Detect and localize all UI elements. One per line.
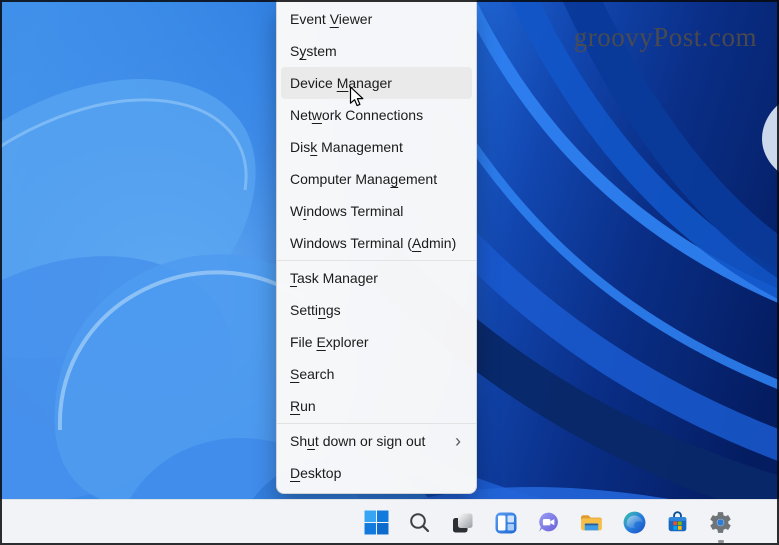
menu-item-event-viewer[interactable]: Event Viewer xyxy=(281,3,472,35)
edge-browser-icon xyxy=(622,510,647,535)
menu-item-label: Disk Management xyxy=(290,139,403,155)
menu-item-windows-terminal[interactable]: Windows Terminal xyxy=(281,195,472,227)
menu-separator xyxy=(277,260,476,261)
screen: groovyPost.com Event Viewer System Device … xyxy=(0,0,779,545)
widgets-button[interactable] xyxy=(492,509,519,536)
menu-item-label: File Explorer xyxy=(290,334,369,350)
watermark: groovyPost.com xyxy=(574,22,757,53)
menu-item-run[interactable]: Run xyxy=(281,390,472,422)
settings-button[interactable] xyxy=(707,509,734,536)
menu-item-label: Windows Terminal xyxy=(290,203,403,219)
context-menu-list: Event Viewer System Device Manager Network … xyxy=(281,3,472,489)
menu-item-windows-terminal-admin[interactable]: Windows Terminal (Admin) xyxy=(281,227,472,259)
menu-item-computer-management[interactable]: Computer Management xyxy=(281,163,472,195)
task-view-button[interactable] xyxy=(449,509,476,536)
menu-separator xyxy=(277,423,476,424)
menu-item-label: Shut down or sign out xyxy=(290,433,425,449)
chevron-right-icon: › xyxy=(455,432,461,450)
menu-item-label: System xyxy=(290,43,337,59)
chat-icon xyxy=(536,510,561,535)
microsoft-store-icon xyxy=(665,510,690,535)
menu-item-label: Task Manager xyxy=(290,270,378,286)
menu-item-label: Device Manager xyxy=(290,75,392,91)
menu-item-label: Computer Management xyxy=(290,171,437,187)
menu-item-file-explorer[interactable]: File Explorer xyxy=(281,326,472,358)
mouse-cursor-icon xyxy=(349,86,366,114)
start-icon xyxy=(364,510,389,535)
menu-item-settings[interactable]: Settings xyxy=(281,294,472,326)
file-explorer-button[interactable] xyxy=(578,509,605,536)
taskbar xyxy=(0,499,779,545)
microsoft-store-button[interactable] xyxy=(664,509,691,536)
menu-item-label: Windows Terminal (Admin) xyxy=(290,235,456,251)
menu-item-label: Run xyxy=(290,398,316,414)
menu-item-system[interactable]: System xyxy=(281,35,472,67)
menu-item-disk-management[interactable]: Disk Management xyxy=(281,131,472,163)
menu-item-label: Desktop xyxy=(290,465,341,481)
settings-gear-icon xyxy=(708,510,733,535)
chat-button[interactable] xyxy=(535,509,562,536)
menu-item-shut-down-or-sign-out[interactable]: Shut down or sign out › xyxy=(281,425,472,457)
menu-item-label: Settings xyxy=(290,302,341,318)
search-button[interactable] xyxy=(406,509,433,536)
edge-browser-button[interactable] xyxy=(621,509,648,536)
menu-item-search[interactable]: Search xyxy=(281,358,472,390)
menu-item-label: Search xyxy=(290,366,334,382)
running-app-indicator xyxy=(718,540,724,543)
file-explorer-icon xyxy=(579,510,604,535)
task-view-icon xyxy=(451,511,475,535)
menu-item-device-manager[interactable]: Device Manager xyxy=(281,67,472,99)
menu-item-task-manager[interactable]: Task Manager xyxy=(281,262,472,294)
menu-item-desktop[interactable]: Desktop xyxy=(281,457,472,489)
menu-item-label: Event Viewer xyxy=(290,11,372,27)
start-button[interactable] xyxy=(363,509,390,536)
widgets-icon xyxy=(494,511,518,535)
menu-item-network-connections[interactable]: Network Connections xyxy=(281,99,472,131)
taskbar-icons xyxy=(363,509,734,536)
search-icon xyxy=(408,511,432,535)
context-menu: Event Viewer System Device Manager Network … xyxy=(276,0,477,494)
